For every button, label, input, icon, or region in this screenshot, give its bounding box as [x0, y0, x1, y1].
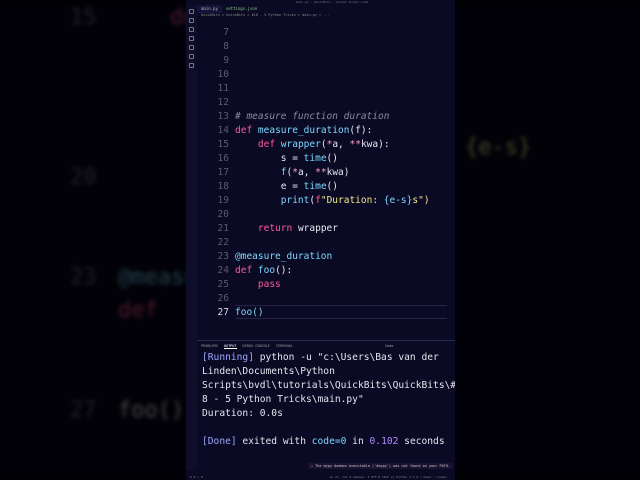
line-number: 9: [223, 55, 229, 66]
line-number: 12: [217, 97, 229, 108]
line-number: 21: [217, 223, 229, 234]
fn: print: [280, 195, 310, 206]
tab-terminal[interactable]: TERMINAL: [276, 344, 293, 349]
vscode-window: main.py - QuickBits - Visual Studio Code…: [186, 0, 455, 480]
breadcrumb[interactable]: QuickBits > QuickBits > #18 - 5 Python T…: [201, 13, 330, 17]
t: wrapper: [292, 223, 338, 234]
t: (f):: [349, 125, 373, 136]
code-line-23: @measure_duration: [235, 251, 333, 262]
elapsed: 0.102: [369, 436, 399, 447]
tab-settings-json[interactable]: settings.json: [221, 5, 262, 13]
editor-tabs: main.py settings.json: [197, 5, 455, 13]
str: s"): [412, 195, 430, 206]
fn: wrapper: [280, 139, 321, 150]
comment: # measure function duration: [235, 111, 390, 122]
output-panel: PROBLEMS OUTPUT DEBUG CONSOLE TERMINAL C…: [197, 340, 455, 460]
code-line-19: print(f"Duration: {e-s}s"): [235, 195, 430, 206]
extensions-icon[interactable]: [189, 45, 194, 50]
window-title: main.py - QuickBits - Visual Studio Code: [296, 0, 369, 4]
fn: time: [303, 181, 327, 192]
status-left[interactable]: ⊗ 0 ⚠ 0: [190, 475, 203, 479]
fn: measure_duration: [257, 125, 350, 136]
activity-bar: [186, 5, 197, 470]
code-line-17: f(*a, **kwa): [235, 167, 350, 178]
t: kwa):: [360, 139, 390, 150]
status-bar: ⊗ 0 ⚠ 0 Ln 27, Col 6 Spaces: 4 UTF-8 CRLF…: [186, 474, 455, 480]
remote-icon[interactable]: [189, 63, 194, 68]
fn: foo: [257, 265, 276, 276]
line-number: 10: [217, 69, 229, 80]
warning-icon: ⚠: [310, 464, 314, 468]
line-number: 23: [217, 251, 229, 262]
kw: pass: [257, 279, 281, 290]
kw: def: [235, 265, 253, 276]
line-number: 18: [217, 181, 229, 192]
t: s =: [280, 153, 304, 164]
tab-debug-console[interactable]: DEBUG CONSOLE: [243, 344, 270, 349]
code-line-16: s = time(): [235, 153, 338, 164]
code-line-25: pass: [235, 279, 281, 290]
t: **: [349, 139, 361, 150]
code-editor[interactable]: 7 8 9 10 11 12 13 14 15 16 17 18 19 20 21 22 23 24 25 26 27 …: [197, 27, 455, 335]
notification-text: The mypy daemon executable ('dmypy') was…: [315, 464, 450, 468]
line-number: 19: [217, 195, 229, 206]
line-number: 25: [217, 279, 229, 290]
line-number: 17: [217, 167, 229, 178]
code-line-14: def measure_duration(f):: [235, 125, 372, 136]
code-line-15: def wrapper(*a, **kwa):: [235, 139, 390, 150]
notification[interactable]: ⚠ The mypy daemon executable ('dmypy') w…: [307, 463, 453, 469]
status-right[interactable]: Ln 27, Col 6 Spaces: 4 UTF-8 CRLF {} Pyt…: [330, 475, 447, 479]
line-number: 8: [223, 41, 229, 52]
t: exited with: [236, 436, 312, 447]
t: a,: [332, 139, 350, 150]
line-number: 27: [217, 307, 229, 318]
t: a,: [297, 167, 316, 178]
line-number: 26: [217, 293, 229, 304]
line-number: 7: [223, 27, 229, 38]
t: ():: [275, 265, 293, 276]
code-line-27: foo(): [235, 307, 264, 318]
t: seconds: [398, 436, 445, 447]
t: e =: [280, 181, 304, 192]
search-icon[interactable]: [189, 18, 194, 23]
t: (): [326, 181, 338, 192]
t: kwa): [326, 167, 350, 178]
fn: time: [303, 153, 327, 164]
t: **: [315, 167, 327, 178]
line-number: 24: [217, 265, 229, 276]
kw: def: [257, 139, 276, 150]
code-line-13: # measure function duration: [235, 111, 389, 122]
line-number: 16: [217, 153, 229, 164]
current-line-highlight: [235, 305, 447, 319]
code-line-21: return wrapper: [235, 223, 338, 234]
debug-icon[interactable]: [189, 36, 194, 41]
line-number: 13: [217, 111, 229, 122]
explorer-icon[interactable]: [189, 9, 194, 14]
fn: foo(): [235, 307, 264, 318]
code-line-24: def foo():: [235, 265, 292, 276]
exit-code: code=0: [311, 436, 347, 447]
done-tag: [Done]: [202, 436, 237, 447]
tab-main-py[interactable]: main.py: [197, 5, 222, 13]
t: in: [346, 436, 370, 447]
kw: def: [235, 125, 253, 136]
line-number: 22: [217, 237, 229, 248]
t: (): [326, 153, 338, 164]
test-icon[interactable]: [189, 54, 194, 59]
kw: return: [257, 223, 293, 234]
result: Duration: 0.0s: [202, 408, 283, 419]
running-tag: [Running]: [202, 352, 254, 363]
code-line-18: e = time(): [235, 181, 338, 192]
line-number: 20: [217, 209, 229, 220]
line-number: 14: [217, 125, 229, 136]
source-control-icon[interactable]: [189, 27, 194, 32]
line-number: 11: [217, 83, 229, 94]
output-text: [Running] python -u "c:\Users\Bas van de…: [202, 351, 455, 449]
tab-problems[interactable]: PROBLEMS: [201, 344, 218, 349]
output-channel-select[interactable]: Code: [385, 344, 393, 348]
str: "Duration:: [320, 195, 384, 206]
line-number: 15: [217, 139, 229, 150]
tab-output[interactable]: OUTPUT: [223, 344, 237, 349]
t: {e-s}: [383, 195, 413, 206]
